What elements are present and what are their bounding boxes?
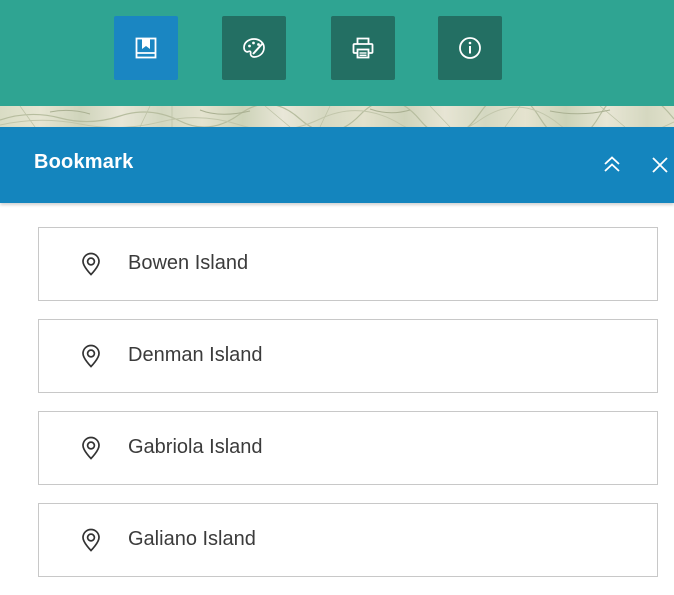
bookmark-label: Galiano Island [128,528,256,550]
print-widget-button[interactable] [331,16,395,80]
bookmark-icon [135,37,157,59]
bookmark-item-galiano-island[interactable]: Galiano Island [38,503,658,577]
map-view[interactable] [0,106,674,127]
double-chevron-up-icon [604,156,620,172]
bookmark-item-bowen-island[interactable]: Bowen Island [38,227,658,301]
widget-toolbar [0,0,674,106]
bookmark-panel-header: Bookmark [0,127,674,203]
basemap-widget-button[interactable] [222,16,286,80]
bookmark-label: Gabriola Island [128,436,263,458]
location-pin-icon [82,436,100,460]
palette-icon [243,38,265,58]
terrain-texture [0,106,674,127]
bookmark-list: Bowen Island Denman Island Gabriola Isla… [38,227,658,595]
close-icon [652,157,668,173]
bookmark-item-gabriola-island[interactable]: Gabriola Island [38,411,658,485]
about-widget-button[interactable] [438,16,502,80]
bookmark-label: Bowen Island [128,252,249,274]
panel-title: Bookmark [34,151,134,173]
info-icon [459,37,481,59]
collapse-panel-button[interactable] [596,149,628,181]
location-pin-icon [82,528,100,552]
location-pin-icon [82,344,100,368]
bookmark-item-denman-island[interactable]: Denman Island [38,319,658,393]
bookmark-label: Denman Island [128,344,263,366]
close-panel-button[interactable] [644,149,674,181]
bookmark-widget-button[interactable] [114,16,178,80]
printer-icon [352,37,374,59]
location-pin-icon [82,252,100,276]
